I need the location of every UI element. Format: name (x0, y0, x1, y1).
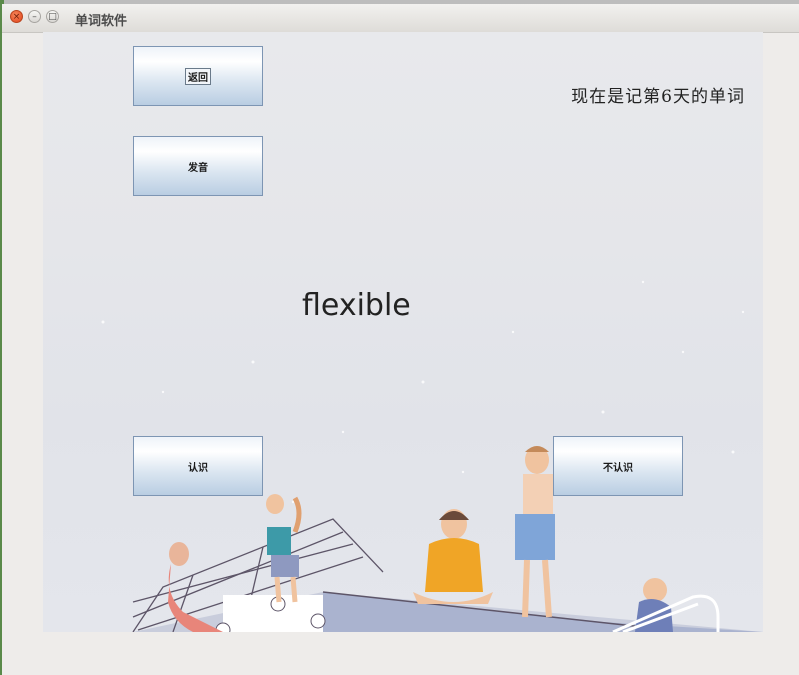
minimize-window-button[interactable]: – (28, 10, 41, 23)
word-panel: 返回 发音 认识 不认识 现在是记第6天的单词 flexible (43, 32, 763, 632)
background-illustration (101, 280, 763, 632)
back-button[interactable]: 返回 (133, 46, 263, 106)
window-bottom-area (2, 632, 799, 675)
app-window: × – □ 单词软件 返回 发音 认识 不认识 现在是记第6天的单词 flexi… (2, 4, 799, 675)
pronounce-button-label: 发音 (188, 162, 208, 174)
maximize-window-button[interactable]: □ (46, 10, 59, 23)
know-button[interactable]: 认识 (133, 436, 263, 496)
dont-know-button-label: 不认识 (603, 462, 633, 474)
dont-know-button[interactable]: 不认识 (553, 436, 683, 496)
know-button-label: 认识 (188, 462, 208, 474)
day-counter-label: 现在是记第6天的单词 (571, 87, 745, 107)
title-bar[interactable]: × – □ 单词软件 (2, 4, 799, 33)
window-title: 单词软件 (75, 14, 128, 29)
back-button-label: 返回 (185, 67, 211, 85)
current-word: flexible (302, 288, 411, 323)
pronounce-button[interactable]: 发音 (133, 136, 263, 196)
close-window-button[interactable]: × (10, 10, 23, 23)
